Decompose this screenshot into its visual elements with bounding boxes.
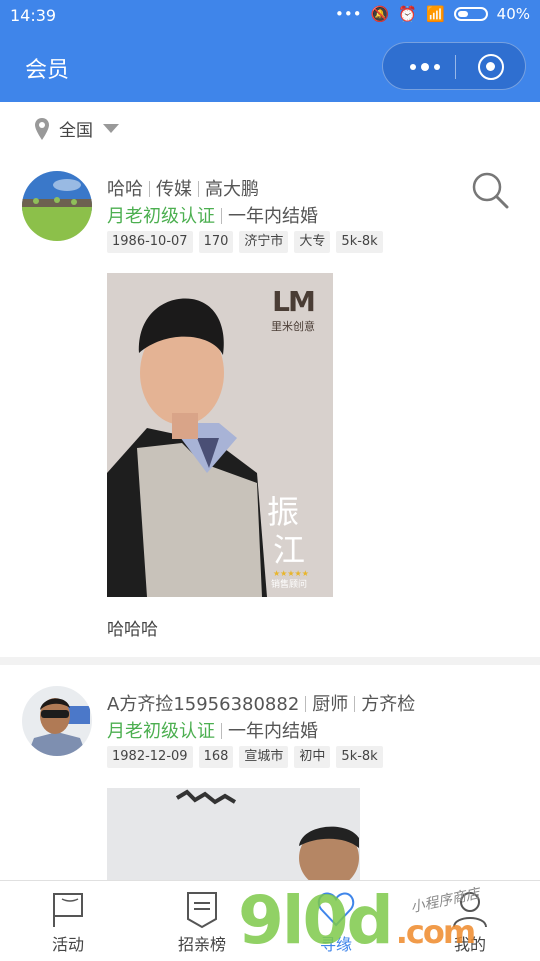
member-card[interactable]: 哈哈 传媒 高大鹏 月老初级认证 一年内结婚 1986-10-07 170 济宁市 大…	[0, 165, 540, 655]
tag-city: 济宁市	[239, 231, 289, 253]
member-real-name: 高大鹏	[205, 179, 259, 200]
member-photo[interactable]	[107, 788, 360, 880]
member-caption: 哈哈哈	[107, 620, 158, 640]
location-pin-icon	[35, 117, 49, 140]
status-icons: ••• 🔕 ⏰ 📶 40%	[335, 5, 530, 23]
battery-level: 40%	[496, 5, 530, 23]
close-miniprogram-button[interactable]	[478, 54, 504, 80]
tab-label: 活动	[51, 935, 84, 954]
more-menu-button[interactable]	[405, 55, 445, 79]
status-bar: 14:39 ••• 🔕 ⏰ 📶 40%	[0, 0, 540, 32]
rating-stars: ★★★★★	[273, 569, 309, 578]
member-basic-info: A方齐捡15956380882 厨师 方齐检	[107, 690, 415, 716]
member-occupation: 厨师	[312, 694, 349, 715]
member-real-name: 方齐检	[361, 694, 416, 715]
tag-birthdate: 1986-10-07	[107, 231, 193, 253]
member-status-info: 月老初级认证 一年内结婚	[107, 717, 318, 743]
more-dots-icon: •••	[335, 5, 362, 23]
member-basic-info: 哈哈 传媒 高大鹏	[107, 175, 259, 201]
certification-badge: 月老初级认证	[107, 206, 215, 227]
tag-birthdate: 1982-12-09	[107, 746, 193, 768]
brand-logo: LM 里米创意	[271, 285, 316, 333]
miniprogram-capsule	[382, 42, 526, 90]
top-bar: 14:39 ••• 🔕 ⏰ 📶 40% 会员	[0, 0, 540, 102]
flag-icon	[53, 893, 83, 927]
tag-height: 170	[198, 231, 234, 253]
member-status-info: 月老初级认证 一年内结婚	[107, 202, 318, 228]
member-tags: 1986-10-07 170 济宁市 大专 5k-8k	[107, 231, 383, 253]
member-nickname: 哈哈	[107, 179, 143, 200]
mute-icon: 🔕	[370, 5, 390, 23]
alarm-icon: ⏰	[398, 5, 417, 23]
chevron-down-icon	[103, 124, 119, 133]
tag-income: 5k-8k	[336, 231, 383, 253]
certification-badge: 月老初级认证	[107, 721, 215, 742]
card-divider	[0, 657, 540, 665]
marriage-plan: 一年内结婚	[228, 721, 318, 742]
member-tags: 1982-12-09 168 宣城市 初中 5k-8k	[107, 746, 383, 768]
banner-icon	[187, 892, 217, 929]
member-card[interactable]: A方齐捡15956380882 厨师 方齐检 月老初级认证 一年内结婚 1982-12…	[0, 680, 540, 880]
battery-icon	[453, 7, 488, 21]
member-nickname: A方齐捡15956380882	[107, 694, 300, 715]
avatar[interactable]	[22, 171, 92, 241]
capsule-divider	[455, 55, 456, 79]
member-photo[interactable]: LM 里米创意 振 江 ★★★★★ 销售顾问	[107, 273, 333, 597]
marriage-plan: 一年内结婚	[228, 206, 318, 227]
tag-city: 宣城市	[239, 746, 289, 768]
location-label: 全国	[59, 121, 93, 141]
tab-label: 招亲榜	[177, 935, 226, 954]
tag-income: 5k-8k	[336, 746, 383, 768]
tag-education: 初中	[294, 746, 331, 768]
tab-recruit-ranking[interactable]: 招亲榜	[152, 881, 252, 961]
location-selector[interactable]: 全国	[35, 116, 119, 141]
page-title: 会员	[25, 58, 70, 83]
tag-education: 大专	[294, 231, 331, 253]
tab-activities[interactable]: 活动	[18, 881, 118, 961]
wifi-icon: 📶	[425, 5, 445, 23]
status-time: 14:39	[10, 6, 57, 25]
member-occupation: 传媒	[156, 179, 192, 200]
photo-name-text: 振 江 ★★★★★ 销售顾问	[267, 493, 309, 590]
tag-height: 168	[198, 746, 234, 768]
avatar[interactable]	[22, 686, 92, 756]
